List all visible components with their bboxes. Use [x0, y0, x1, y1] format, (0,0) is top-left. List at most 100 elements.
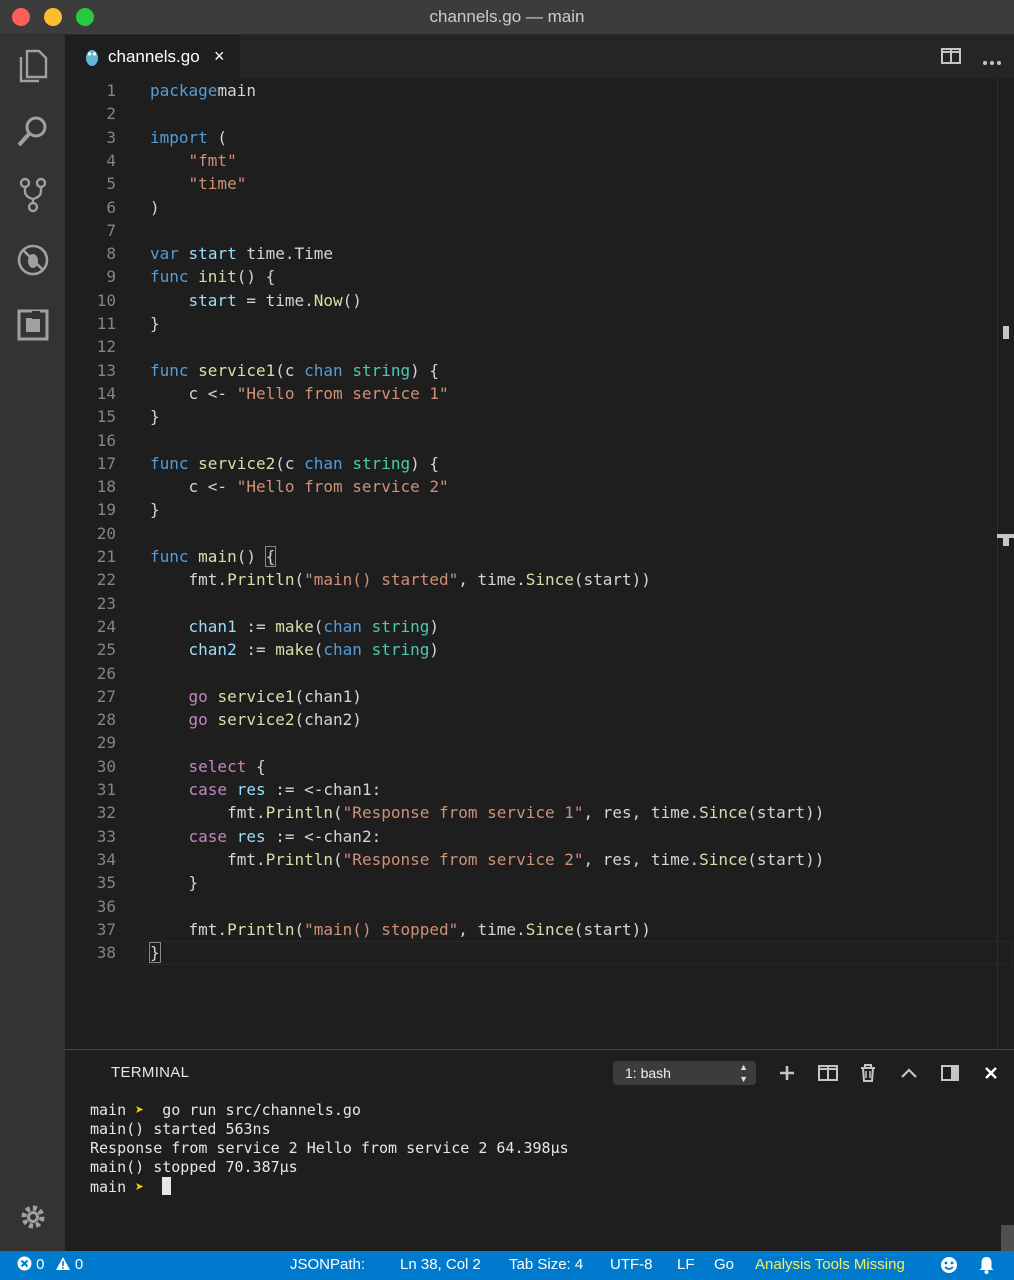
code-token: (chan1) — [294, 686, 362, 706]
scrollbar-track[interactable] — [997, 79, 998, 1049]
trash-icon[interactable] — [857, 1062, 879, 1084]
line-content: go service1(chan1) — [150, 685, 362, 708]
analysis-tools-warning[interactable]: Analysis Tools Missing — [755, 1256, 905, 1273]
code-token: main — [198, 547, 237, 566]
tab-bar: channels.go × — [65, 35, 1014, 79]
line-content: fmt.Println("main() stopped", time.Since… — [150, 918, 651, 941]
code-token: (start)) — [573, 570, 651, 590]
line-number: 27 — [96, 686, 116, 706]
code-token: import — [150, 127, 208, 147]
line-number: 18 — [96, 477, 116, 497]
explorer-icon[interactable] — [14, 47, 52, 85]
line-content: } — [150, 871, 199, 894]
line-content: import ( — [150, 126, 227, 149]
code-token: , time. — [458, 919, 526, 939]
line-number: 35 — [96, 873, 116, 893]
code-token: ) — [429, 616, 440, 636]
terminal-output[interactable]: main ➤ go run src/channels.go main() star… — [90, 1101, 569, 1196]
line-content: c <- "Hello from service 2" — [150, 475, 449, 498]
code-token: select — [188, 756, 247, 776]
line-number: 4 — [106, 150, 116, 170]
code-token: (c — [275, 453, 305, 473]
line-content: } — [149, 941, 161, 964]
code-token: := <-chan1: — [265, 780, 382, 799]
close-tab-button[interactable]: × — [214, 46, 225, 67]
code-token: (start)) — [747, 849, 825, 869]
line-content: var start time.Time — [150, 242, 333, 265]
terminal-line: main() started 563ns — [90, 1120, 271, 1138]
code-token: ) — [429, 640, 440, 660]
terminal-scrollbar[interactable] — [1001, 1225, 1014, 1251]
extensions-icon[interactable] — [14, 306, 52, 344]
code-token: := — [236, 640, 276, 660]
split-terminal-icon[interactable] — [817, 1062, 839, 1084]
code-token: Since — [699, 849, 748, 869]
encoding[interactable]: UTF-8 — [610, 1256, 653, 1273]
end-of-line[interactable]: LF — [677, 1256, 695, 1273]
terminal-tab[interactable]: TERMINAL — [111, 1064, 189, 1081]
terminal-select[interactable]: 1: bash ▲ ▼ — [613, 1061, 756, 1085]
line-number: 12 — [96, 337, 116, 357]
line-content: chan1 := make(chan string) — [150, 615, 439, 638]
cursor-ruler-marker-stem — [1003, 534, 1009, 546]
source-control-icon[interactable] — [14, 176, 52, 214]
tab-size[interactable]: Tab Size: 4 — [509, 1256, 583, 1273]
code-token: service2 — [198, 453, 276, 473]
problems-indicator[interactable]: 0 0 — [17, 1256, 83, 1273]
code-token: Println — [227, 570, 295, 590]
line-number: 8 — [106, 244, 116, 264]
toggle-panel-position-icon[interactable] — [939, 1062, 961, 1084]
terminal-panel: TERMINAL 1: bash ▲ ▼ main ➤ go run src/ch… — [65, 1049, 1014, 1252]
code-token: , res, time. — [583, 803, 700, 823]
line-content: } — [150, 498, 160, 521]
cursor-position[interactable]: Ln 38, Col 2 — [400, 1256, 481, 1273]
search-icon[interactable] — [14, 112, 52, 150]
debug-icon[interactable] — [14, 241, 52, 279]
code-token: (c — [275, 360, 305, 380]
code-token: make — [275, 640, 314, 660]
line-number: 22 — [96, 570, 116, 590]
line-number: 10 — [96, 290, 116, 310]
code-token: ) { — [410, 360, 440, 380]
notifications-bell-icon[interactable] — [978, 1256, 995, 1278]
code-token: package — [150, 81, 218, 100]
code-token: fmt. — [150, 849, 266, 869]
line-number: 37 — [96, 919, 116, 939]
code-token: (chan2) — [294, 710, 362, 730]
code-token: go — [188, 686, 208, 706]
jsonpath-label[interactable]: JSONPath: — [290, 1256, 365, 1273]
gear-icon[interactable] — [14, 1198, 52, 1236]
code-token: = time. — [236, 290, 314, 310]
split-editor-icon[interactable] — [941, 47, 961, 70]
new-terminal-icon[interactable] — [776, 1062, 798, 1084]
line-content: packagemain — [150, 79, 256, 102]
warning-count: 0 — [74, 1256, 84, 1273]
line-content: ) — [150, 196, 160, 219]
code-token: res — [236, 780, 266, 799]
close-panel-icon[interactable] — [980, 1062, 1002, 1084]
warning-icon — [55, 1257, 70, 1270]
code-token: (start)) — [573, 919, 651, 939]
line-number: 25 — [96, 640, 116, 660]
code-token: } — [150, 873, 199, 893]
go-file-icon — [85, 48, 99, 71]
tab-channels-go[interactable]: channels.go × — [65, 35, 240, 79]
language-mode[interactable]: Go — [714, 1256, 734, 1273]
feedback-smiley-icon[interactable] — [940, 1256, 958, 1278]
status-bar: 0 0 JSONPath: Ln 38, Col 2 Tab Size: 4 U… — [0, 1251, 1014, 1280]
code-token: Println — [265, 849, 334, 869]
code-editor[interactable]: 1 packagemain 2 3 import (4 "fmt" 5 "time" 6) 7… — [65, 79, 1014, 1049]
code-token: "Hello from service 1" — [236, 383, 449, 403]
code-token: string — [352, 453, 411, 473]
maximize-panel-icon[interactable] — [898, 1062, 920, 1084]
line-number: 1 — [106, 81, 116, 100]
more-actions-icon[interactable] — [982, 53, 1002, 71]
